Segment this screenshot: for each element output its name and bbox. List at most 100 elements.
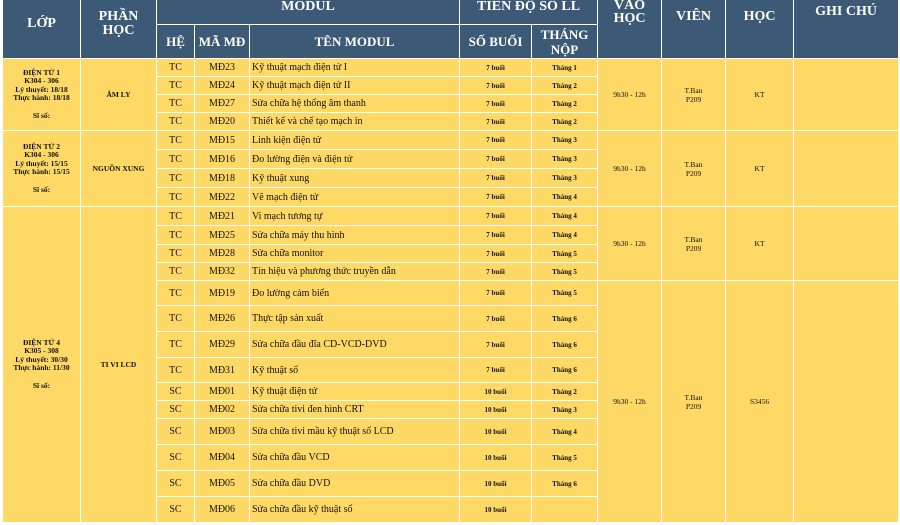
thang-nop-cell: Tháng 1	[531, 58, 599, 77]
table-header: LỚP PHẦN HỌC MODUL TIẾN ĐỘ SỔ LL VÀO HỌC…	[2, 0, 900, 59]
so-buoi-cell: 7 buổi	[459, 357, 533, 383]
so-buoi-cell: 7 buổi	[459, 58, 533, 77]
header-ma-md: MÃ MĐ	[194, 24, 250, 59]
he-cell: TC	[156, 76, 195, 95]
so-buoi-cell: 7 buổi	[459, 130, 533, 150]
he-cell: TC	[156, 280, 195, 306]
ten-modul-cell: Sửa chữa hệ thống âm thanh	[248, 94, 461, 113]
ten-modul-cell: Kỹ thuật điện tử	[248, 382, 461, 401]
phong-hoc-cell: S3456	[725, 280, 795, 523]
class-thuc-hanh: Thực hành: 18/18	[13, 93, 70, 103]
ma-md-cell: MĐ06	[194, 496, 250, 523]
he-cell: TC	[156, 112, 195, 131]
gv-room: P209	[685, 401, 702, 411]
ten-modul-cell: Kỹ thuật xung	[248, 168, 461, 188]
thang-nop-cell: Tháng 3	[531, 149, 599, 169]
thang-nop-cell: Tháng 6	[531, 331, 599, 358]
ma-md-cell: MĐ26	[194, 305, 250, 332]
ten-modul-cell: Sửa chữa máy thu hình	[248, 225, 461, 245]
ma-md-cell: MĐ31	[194, 357, 250, 383]
ma-md-cell: MĐ18	[194, 168, 250, 188]
ma-md-cell: MĐ28	[194, 244, 250, 263]
so-buoi-cell: 7 buổi	[459, 331, 533, 358]
table-row: ĐIỆN TỬ 2 K304 - 306 Lý thuyết: 15/15 Th…	[2, 130, 900, 207]
ten-modul-cell: Linh kiện điện tử	[248, 130, 461, 150]
so-buoi-cell: 7 buổi	[459, 187, 533, 207]
vao-hoc-label: VÀO HỌC	[613, 0, 646, 26]
ten-modul-cell: Đo lường cảm biến	[248, 280, 461, 306]
ma-md-cell: MĐ01	[194, 382, 250, 401]
thang-nop-cell: Tháng 6	[531, 470, 599, 497]
he-cell: TC	[156, 168, 195, 188]
so-buoi-cell: 7 buổi	[459, 206, 533, 226]
ma-md-cell: MĐ05	[194, 470, 250, 497]
ma-md-cell: MĐ23	[194, 58, 250, 77]
header-vao-hoc: VÀO HỌC	[597, 0, 663, 59]
so-buoi-cell: 7 buổi	[459, 244, 533, 263]
ten-modul-cell: Đo lường điện và điện tử	[248, 149, 461, 169]
ten-modul-cell: Sửa chữa đầu DVD	[248, 470, 461, 497]
ten-modul-cell: Sửa chữa đầu kỹ thuật số	[248, 496, 461, 523]
schedule-table: LỚP PHẦN HỌC MODUL TIẾN ĐỘ SỔ LL VÀO HỌC…	[2, 0, 900, 523]
ma-md-cell: MĐ20	[194, 112, 250, 131]
ghi-chu-cell	[793, 206, 900, 281]
so-buoi-cell: 10 buổi	[459, 418, 533, 445]
ten-modul-cell: Thực tập sản xuất	[248, 305, 461, 332]
he-cell: SC	[156, 470, 195, 497]
so-buoi-cell: 7 buổi	[459, 94, 533, 113]
he-cell: TC	[156, 58, 195, 77]
phong-hoc-cell: KT	[725, 206, 795, 281]
ma-md-cell: MĐ29	[194, 331, 250, 358]
he-cell: TC	[156, 244, 195, 263]
ghi-chu-cell	[793, 280, 900, 523]
thang-nop-cell: Tháng 4	[531, 225, 599, 245]
ten-modul-cell: Vẽ mạch điện tử	[248, 187, 461, 207]
so-buoi-cell: 10 buổi	[459, 470, 533, 497]
ma-md-cell: MĐ04	[194, 444, 250, 471]
ten-modul-cell: Sửa chữa tivi đen hình CRT	[248, 400, 461, 419]
gv-room: P209	[685, 168, 702, 178]
he-cell: SC	[156, 496, 195, 523]
header-ghi-chu: GHI CHÚ	[793, 0, 900, 59]
giao-vien-label: VIÊN	[676, 9, 712, 24]
so-buoi-cell: 7 buổi	[459, 262, 533, 281]
class-si-so: Sĩ số:	[32, 184, 51, 194]
gv-name: T.Ban	[684, 234, 703, 244]
he-cell: TC	[156, 187, 195, 207]
giao-vien-cell: T.Ban P209	[661, 130, 727, 207]
vao-hoc-cell: 9h30 - 12h	[597, 58, 663, 131]
he-cell: TC	[156, 262, 195, 281]
ten-modul-cell: Kỹ thuật mạch điện tử I	[248, 58, 461, 77]
ten-modul-cell: Sửa chữa đầu VCD	[248, 444, 461, 471]
so-buoi-cell: 7 buổi	[459, 168, 533, 188]
he-cell: TC	[156, 357, 195, 383]
table-row: ĐIỆN TỬ 1 K304 - 306 Lý thuyết: 18/18 Th…	[2, 58, 900, 131]
ten-modul-cell: Sửa chữa monitor	[248, 244, 461, 263]
header-phong-hoc: HỌC	[725, 0, 795, 59]
thang-nop-cell: Tháng 2	[531, 76, 599, 95]
so-buoi-cell: 7 buổi	[459, 112, 533, 131]
so-buoi-cell: 7 buổi	[459, 76, 533, 95]
thang-nop-cell: Tháng 3	[531, 400, 599, 419]
ma-md-cell: MĐ27	[194, 94, 250, 113]
thang-nop-cell: Tháng 5	[531, 262, 599, 281]
he-cell: SC	[156, 382, 195, 401]
thang-nop-cell: Tháng 5	[531, 244, 599, 263]
phong-hoc-label: HỌC	[743, 9, 776, 24]
so-buoi-cell: 10 buổi	[459, 496, 533, 523]
ten-modul-cell: Kỹ thuật số	[248, 357, 461, 383]
header-giao-vien: VIÊN	[661, 0, 727, 59]
he-cell: TC	[156, 149, 195, 169]
ma-md-cell: MĐ19	[194, 280, 250, 306]
so-buoi-cell: 7 buổi	[459, 305, 533, 332]
thang-nop-cell: Tháng 4	[531, 418, 599, 445]
he-cell: TC	[156, 305, 195, 332]
ghi-chu-cell	[793, 58, 900, 131]
ten-modul-cell: Thiết kế và chế tạo mạch in	[248, 112, 461, 131]
he-cell: TC	[156, 331, 195, 358]
class-cell: ĐIỆN TỬ 2 K304 - 306 Lý thuyết: 15/15 Th…	[2, 130, 81, 207]
ten-modul-cell: Kỹ thuật mạch điện tử II	[248, 76, 461, 95]
header-so-buoi: SỐ BUỔI	[459, 24, 533, 59]
gv-room: P209	[685, 94, 702, 104]
he-cell: TC	[156, 94, 195, 113]
